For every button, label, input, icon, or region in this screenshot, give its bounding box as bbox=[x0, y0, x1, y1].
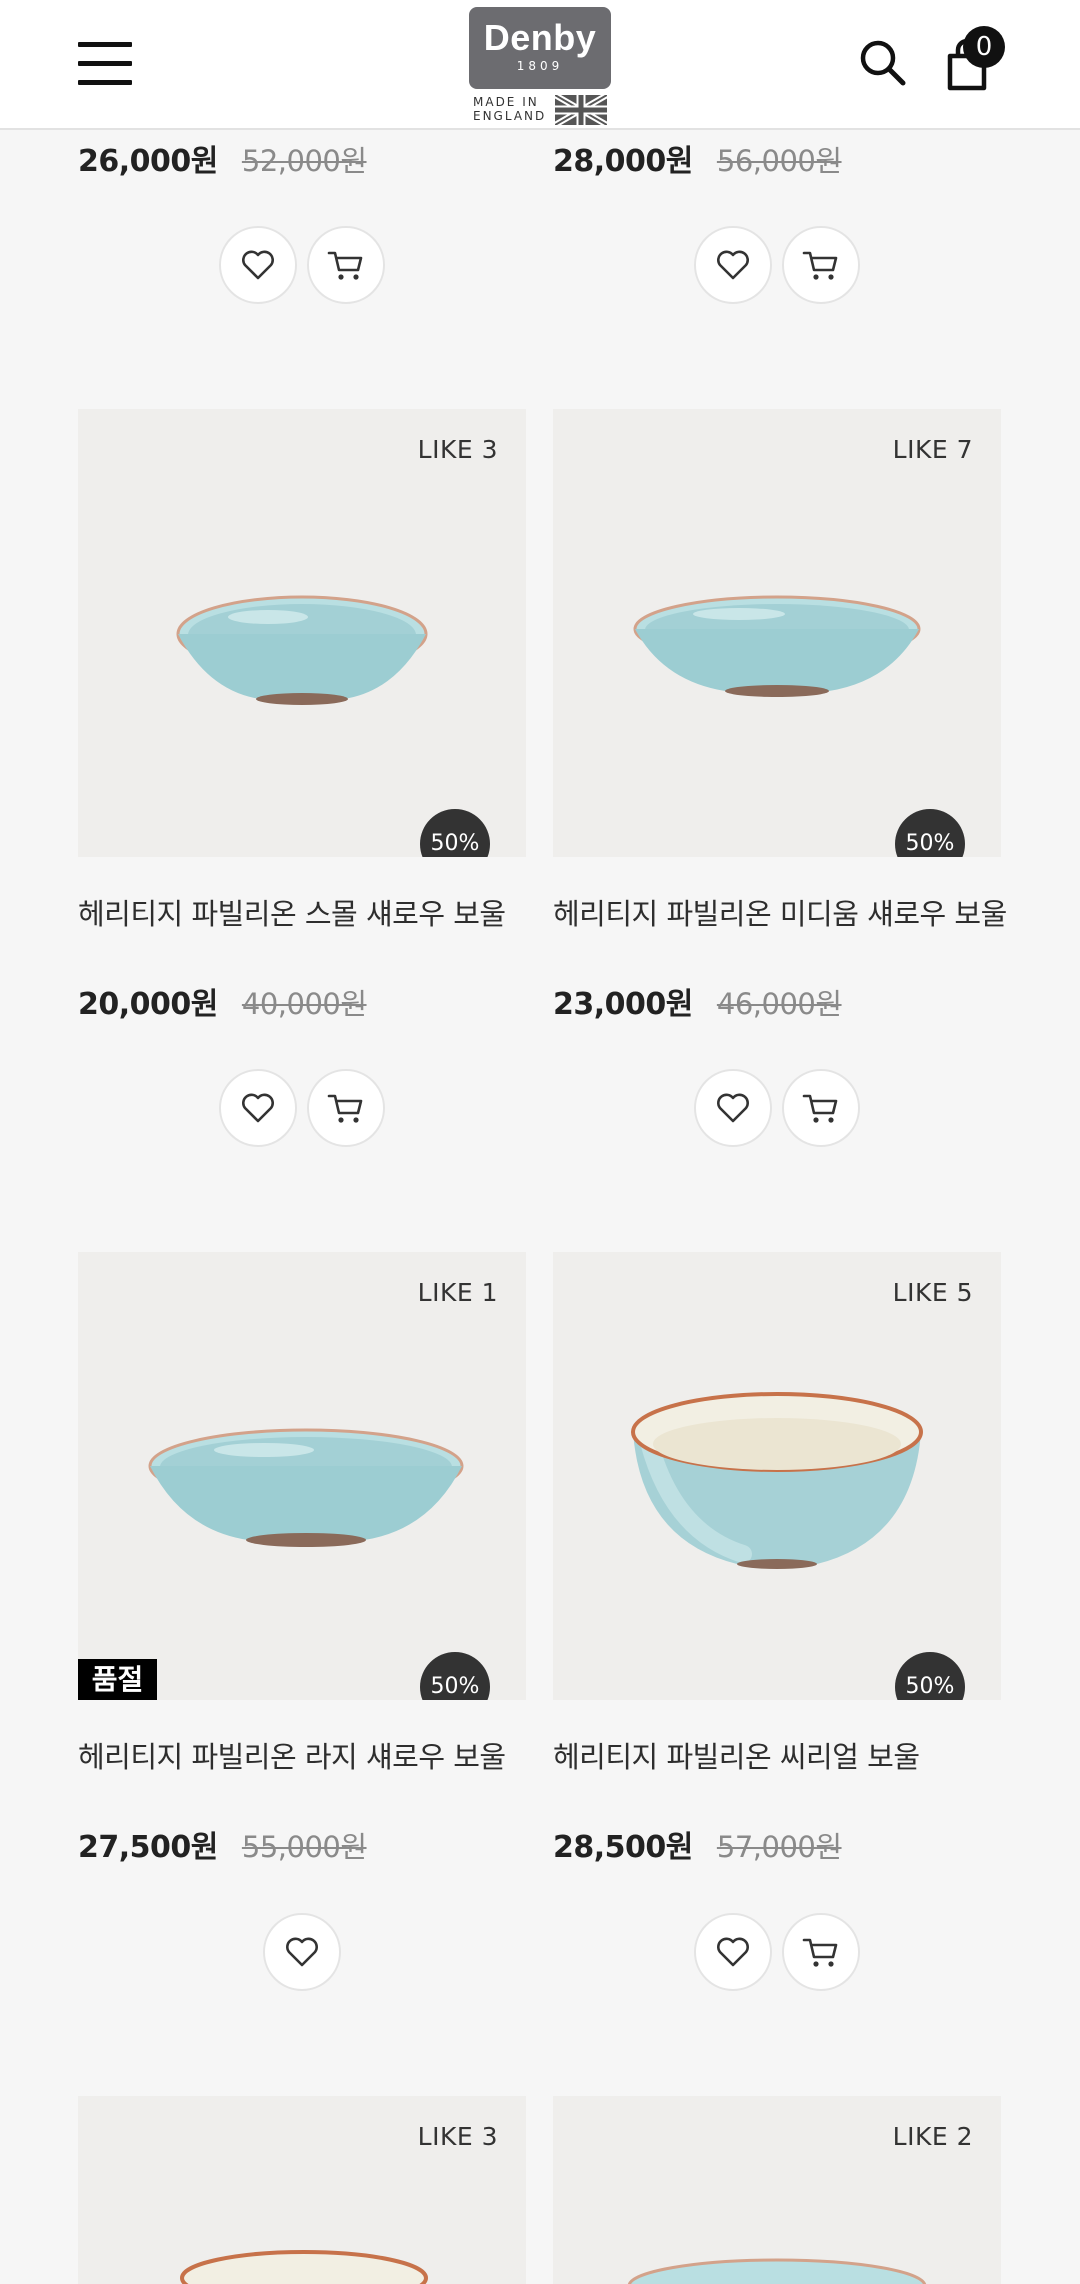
search-button[interactable] bbox=[858, 38, 908, 88]
menu-button[interactable] bbox=[78, 42, 132, 88]
product-image[interactable]: LIKE 3 50% bbox=[78, 409, 526, 857]
product-card: 26,000원 52,000원 bbox=[78, 132, 526, 179]
price-row: 20,000원 40,000원 bbox=[78, 979, 526, 1022]
product-actions bbox=[78, 1913, 526, 1993]
price-row: 28,500원 57,000원 bbox=[553, 1822, 1001, 1865]
cart-icon bbox=[327, 1094, 363, 1123]
shallow-bowl-image bbox=[148, 1428, 464, 1547]
product-name[interactable]: 헤리티지 파빌리온 미디움 섀로우 보울 bbox=[553, 891, 1007, 933]
price-row: 23,000원 46,000원 bbox=[553, 979, 1001, 1022]
heart-icon bbox=[717, 1093, 749, 1123]
original-price: 46,000원 bbox=[716, 987, 842, 1021]
sale-price: 20,000원 bbox=[78, 987, 218, 1022]
site-header: Denby 1809 MADE IN ENGLAND 0 bbox=[0, 0, 1080, 130]
heart-icon bbox=[717, 250, 749, 280]
add-to-cart-button[interactable] bbox=[782, 1069, 860, 1147]
like-count: LIKE 3 bbox=[417, 435, 498, 464]
like-count: LIKE 5 bbox=[892, 1278, 973, 1307]
cereal-bowl-image bbox=[631, 1392, 923, 1569]
sale-price: 28,000원 bbox=[553, 144, 693, 179]
like-count: LIKE 7 bbox=[892, 435, 973, 464]
cart-icon bbox=[802, 1938, 838, 1967]
price-row: 26,000원 52,000원 bbox=[78, 136, 526, 179]
cart-icon bbox=[802, 251, 838, 280]
hamburger-icon bbox=[78, 42, 132, 47]
wishlist-button[interactable] bbox=[694, 1069, 772, 1147]
product-image[interactable]: LIKE 5 50% bbox=[553, 1252, 1001, 1700]
heart-icon bbox=[242, 1093, 274, 1123]
product-actions bbox=[553, 226, 1001, 306]
cart-icon bbox=[327, 251, 363, 280]
product-image[interactable]: LIKE 7 50% bbox=[553, 409, 1001, 857]
wishlist-button[interactable] bbox=[219, 226, 297, 304]
wishlist-button[interactable] bbox=[263, 1913, 341, 1991]
product-name[interactable]: 헤리티지 파빌리온 씨리얼 보울 bbox=[553, 1734, 1001, 1776]
product-name[interactable]: 헤리티지 파빌리온 스몰 섀로우 보울 bbox=[78, 891, 526, 933]
logo-brand: Denby bbox=[483, 17, 597, 58]
price-row: 27,500원 55,000원 bbox=[78, 1822, 526, 1865]
add-to-cart-button[interactable] bbox=[307, 226, 385, 304]
product-card[interactable]: LIKE 5 50% 헤리티지 파빌리온 씨리얼 보울 28,500원 57,00… bbox=[553, 1252, 1001, 1865]
logo-badge: Denby 1809 bbox=[469, 7, 611, 89]
original-price: 52,000원 bbox=[241, 144, 367, 178]
product-card[interactable]: LIKE 3 50% 헤리티지 파빌리온 스몰 섀로우 보울 20,000원 40… bbox=[78, 409, 526, 1022]
add-to-cart-button[interactable] bbox=[782, 1913, 860, 1991]
product-name[interactable]: 헤리티지 파빌리온 라지 섀로우 보울 bbox=[78, 1734, 526, 1776]
sale-price: 26,000원 bbox=[78, 144, 218, 179]
union-flag-icon bbox=[555, 95, 607, 125]
product-card: 28,000원 56,000원 bbox=[553, 132, 1001, 179]
product-card[interactable]: LIKE 2 bbox=[553, 2096, 1001, 2284]
product-image[interactable]: LIKE 3 bbox=[78, 2096, 526, 2284]
wishlist-button[interactable] bbox=[694, 1913, 772, 1991]
heart-icon bbox=[717, 1937, 749, 1967]
original-price: 55,000원 bbox=[241, 1830, 367, 1864]
cart-count-badge: 0 bbox=[963, 26, 1005, 68]
sale-price: 27,500원 bbox=[78, 1830, 218, 1865]
sale-price: 28,500원 bbox=[553, 1830, 693, 1865]
heart-icon bbox=[242, 250, 274, 280]
cart-icon bbox=[802, 1094, 838, 1123]
sale-price: 23,000원 bbox=[553, 987, 693, 1022]
wishlist-button[interactable] bbox=[694, 226, 772, 304]
product-actions bbox=[553, 1069, 1001, 1149]
like-count: LIKE 1 bbox=[417, 1278, 498, 1307]
original-price: 40,000원 bbox=[241, 987, 367, 1021]
wishlist-button[interactable] bbox=[219, 1069, 297, 1147]
like-count: LIKE 2 bbox=[892, 2122, 973, 2151]
shallow-bowl-image bbox=[633, 595, 921, 697]
like-count: LIKE 3 bbox=[417, 2122, 498, 2151]
shallow-bowl-image bbox=[176, 595, 428, 705]
add-to-cart-button[interactable] bbox=[307, 1069, 385, 1147]
product-actions bbox=[78, 1069, 526, 1149]
logo-year: 1809 bbox=[516, 59, 564, 73]
sold-out-badge: 품절 bbox=[78, 1659, 157, 1700]
denby-logo[interactable]: Denby 1809 MADE IN ENGLAND bbox=[469, 7, 611, 127]
original-price: 56,000원 bbox=[716, 144, 842, 178]
search-icon bbox=[860, 40, 906, 86]
product-image[interactable]: LIKE 1 50% 품절 bbox=[78, 1252, 526, 1700]
product-actions bbox=[553, 1913, 1001, 1993]
add-to-cart-button[interactable] bbox=[782, 226, 860, 304]
product-actions bbox=[78, 226, 526, 306]
product-image[interactable]: LIKE 2 bbox=[553, 2096, 1001, 2284]
product-card[interactable]: LIKE 1 50% 품절 헤리티지 파빌리온 라지 섀로우 보울 27,500… bbox=[78, 1252, 526, 1865]
logo-made-in: MADE IN ENGLAND bbox=[473, 95, 553, 123]
product-card[interactable]: LIKE 7 50% 헤리티지 파빌리온 미디움 섀로우 보울 23,000원 4… bbox=[553, 409, 1007, 1022]
original-price: 57,000원 bbox=[716, 1830, 842, 1864]
price-row: 28,000원 56,000원 bbox=[553, 136, 1001, 179]
heart-icon bbox=[286, 1937, 318, 1967]
logo-made-text: MADE IN ENGLAND bbox=[473, 95, 547, 123]
product-card[interactable]: LIKE 3 bbox=[78, 2096, 526, 2284]
